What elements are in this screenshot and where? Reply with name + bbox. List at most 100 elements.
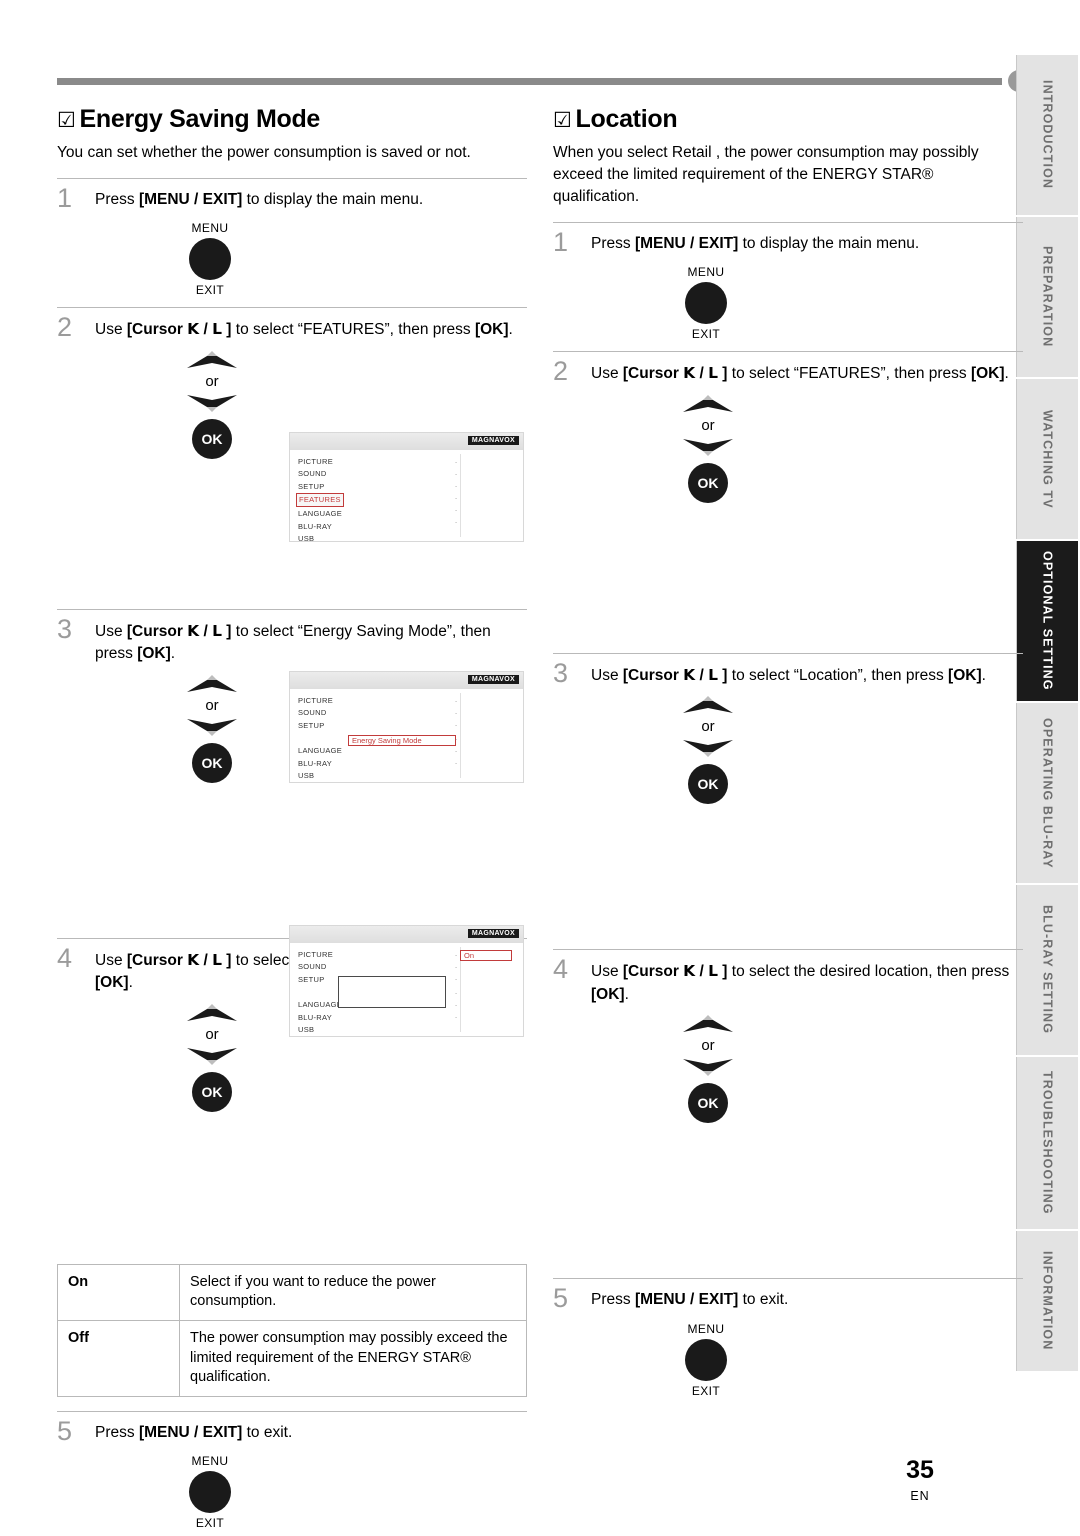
osd-colon: . — [455, 468, 458, 477]
cursor-ok-cluster[interactable]: or OK — [167, 1003, 257, 1112]
osd-item[interactable]: PICTURE — [290, 694, 523, 707]
osd-item[interactable]: USB — [290, 1024, 523, 1037]
osd-menu-list: PICTURE SOUND SETUP FEATURES LANGUAGE BL… — [290, 450, 523, 543]
side-tab-label: BLU-RAY SETTING — [1040, 905, 1055, 1035]
osd-value-on[interactable]: On — [460, 950, 512, 961]
step-number: 1 — [57, 183, 73, 213]
step-text: Use [Cursor K / L ] to select “FEATURES”… — [591, 364, 1009, 383]
cursor-ok-cluster[interactable]: or OK — [663, 1014, 753, 1124]
or-label: or — [205, 372, 219, 390]
cursor-down-icon[interactable] — [681, 435, 735, 457]
page-language-code: EN — [910, 1489, 930, 1503]
step-text: Press [MENU / EXIT] to exit. — [591, 1291, 789, 1309]
menu-exit-button-graphic[interactable]: MENU EXIT — [177, 221, 243, 297]
osd-item[interactable]: BLU-RAY — [290, 1011, 523, 1024]
cursor-ok-cluster[interactable]: or OK — [167, 674, 257, 783]
step-text: Use [Cursor K / L ] to select “FEATURES”… — [95, 320, 513, 339]
cursor-down-icon[interactable] — [185, 391, 239, 413]
osd-highlight: FEATURES — [296, 493, 344, 507]
side-tab-strip: INTRODUCTION PREPARATION WATCHING TV OPT… — [1016, 55, 1078, 1371]
step-3-right: 3 Use [Cursor K / L ] to select “Locatio… — [553, 654, 1023, 805]
exit-label: EXIT — [195, 283, 225, 298]
side-tab-watching-tv[interactable]: WATCHING TV — [1016, 379, 1078, 539]
side-tab-blu-ray-setting[interactable]: BLU-RAY SETTING — [1016, 885, 1078, 1055]
step-text: Use [Cursor K / L ] to select the desire… — [591, 962, 1010, 1003]
side-tab-information[interactable]: INFORMATION — [1016, 1231, 1078, 1371]
cursor-up-icon[interactable] — [185, 1003, 239, 1025]
cursor-down-icon[interactable] — [681, 736, 735, 758]
cursor-up-icon[interactable] — [681, 394, 735, 416]
side-tab-operating-blu-ray[interactable]: OPERATING BLU-RAY — [1016, 703, 1078, 883]
side-tab-label: WATCHING TV — [1040, 409, 1055, 509]
osd-colon: . — [455, 456, 458, 465]
osd-energy-saving-mode-option[interactable]: Energy Saving Mode — [348, 735, 456, 746]
top-rule — [57, 78, 1002, 85]
or-label: or — [205, 696, 219, 714]
cursor-down-icon[interactable] — [185, 715, 239, 737]
round-button-icon[interactable] — [685, 1338, 727, 1381]
side-tab-preparation[interactable]: PREPARATION — [1016, 217, 1078, 377]
osd-colon: . — [455, 707, 458, 716]
ok-button[interactable]: OK — [192, 418, 232, 459]
osd-item-features[interactable]: FEATURES — [290, 493, 523, 508]
cursor-up-icon[interactable] — [681, 695, 735, 717]
osd-screen-energy-saving-mode: MAGNAVOX PICTURE SOUND SETUP LANGUAGE BL… — [289, 671, 524, 783]
menu-exit-button-graphic[interactable]: MENU EXIT — [673, 1322, 739, 1398]
cursor-up-icon[interactable] — [681, 1014, 735, 1036]
cursor-ok-cluster[interactable]: or OK — [167, 350, 257, 459]
osd-item[interactable]: USB — [290, 533, 523, 546]
cursor-down-icon[interactable] — [681, 1055, 735, 1077]
osd-item[interactable]: BLU-RAY — [290, 757, 523, 770]
ok-button[interactable]: OK — [192, 742, 232, 783]
exit-label: EXIT — [195, 1516, 225, 1531]
osd-divider — [460, 454, 461, 537]
cursor-up-icon[interactable] — [185, 350, 239, 372]
step-1-left: 1 Press [MENU / EXIT] to display the mai… — [57, 179, 527, 298]
osd-item[interactable]: SOUND — [290, 961, 523, 974]
cursor-down-icon[interactable] — [185, 1044, 239, 1066]
osd-menu-list: PICTURE SOUND SETUP LANGUAGE BLU-RAY USB… — [290, 689, 523, 782]
osd-item[interactable]: SETUP — [290, 480, 523, 493]
step-text: Press [MENU / EXIT] to display the main … — [95, 191, 424, 208]
osd-divider — [460, 693, 461, 778]
ok-button[interactable]: OK — [192, 1071, 232, 1112]
osd-item[interactable]: BLU-RAY — [290, 520, 523, 533]
osd-submenu-panel — [338, 976, 446, 1008]
osd-item[interactable]: SOUND — [290, 468, 523, 481]
menu-label: MENU — [687, 1321, 725, 1336]
osd-colon: . — [455, 492, 458, 501]
cursor-ok-cluster[interactable]: or OK — [663, 394, 753, 503]
menu-exit-button-graphic[interactable]: MENU EXIT — [177, 1454, 243, 1530]
ok-button[interactable]: OK — [688, 764, 728, 805]
side-tab-optional-setting[interactable]: OPTIONAL SETTING — [1016, 541, 1078, 701]
osd-menu-list: PICTURE SOUND SETUP LANGUAGE BLU-RAY USB… — [290, 943, 523, 1036]
checkbox-icon: ☑ — [57, 109, 76, 132]
table-cell-key: Off — [57, 1319, 180, 1397]
osd-item[interactable]: LANGUAGE — [290, 508, 523, 521]
step-5-right: 5 Press [MENU / EXIT] to exit. MENU EXIT — [553, 1279, 1023, 1398]
round-button-icon[interactable] — [189, 1471, 231, 1514]
menu-exit-button-graphic[interactable]: MENU EXIT — [673, 265, 739, 341]
cursor-ok-cluster[interactable]: or OK — [663, 695, 753, 805]
round-button-icon[interactable] — [189, 238, 231, 281]
page-title-location: ☑ Location — [553, 105, 1023, 134]
osd-item[interactable]: PICTURE — [290, 455, 523, 468]
osd-header: MAGNAVOX — [290, 433, 523, 450]
checkbox-icon: ☑ — [553, 109, 572, 132]
osd-colon: . — [455, 504, 458, 513]
osd-item[interactable]: SETUP — [290, 719, 523, 732]
menu-label: MENU — [191, 221, 229, 236]
cursor-up-icon[interactable] — [185, 674, 239, 696]
brand-logo: MAGNAVOX — [467, 929, 519, 938]
round-button-icon[interactable] — [685, 282, 727, 325]
side-tab-introduction[interactable]: INTRODUCTION — [1016, 55, 1078, 215]
osd-item[interactable]: SOUND — [290, 707, 523, 720]
side-tab-troubleshooting[interactable]: TROUBLESHOOTING — [1016, 1057, 1078, 1229]
osd-header: MAGNAVOX — [290, 926, 523, 943]
step-1-right: 1 Press [MENU / EXIT] to display the mai… — [553, 223, 1023, 342]
osd-colon: . — [455, 1011, 458, 1020]
osd-item[interactable]: USB — [290, 770, 523, 783]
ok-button[interactable]: OK — [688, 1083, 728, 1124]
ok-button[interactable]: OK — [688, 462, 728, 503]
osd-item[interactable]: LANGUAGE — [290, 745, 523, 758]
